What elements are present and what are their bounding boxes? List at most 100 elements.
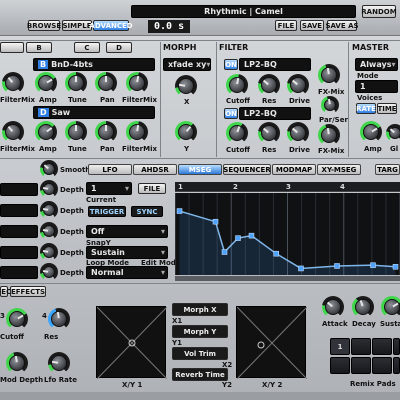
mseg-editor[interactable] [175,193,400,275]
xy-pad-2[interactable] [236,306,308,380]
mod-depth-knob[interactable] [6,352,28,374]
mod-source-2[interactable] [0,204,38,217]
osc-tab-a[interactable] [0,42,24,53]
depth-knob-3[interactable] [40,222,58,240]
osc-tab-b[interactable]: B [26,42,52,53]
decay-knob[interactable] [352,296,374,318]
effects-tab-label[interactable]: EFFECTS [10,286,46,297]
depth-knob-5[interactable] [40,263,58,281]
depth-knob-2[interactable] [40,201,58,219]
filter2-drive-knob[interactable] [287,122,309,144]
loop-mode-select[interactable]: Sustain ▾ [86,246,168,259]
edit-mode-select[interactable]: Normal ▾ [86,266,168,279]
lfo-rate-knob[interactable] [48,352,70,374]
sustain-knob[interactable] [381,296,400,318]
xy-pad-1[interactable] [96,306,168,380]
mseg-file-button[interactable]: FILE [138,183,166,194]
remix-pad-6[interactable] [351,357,371,374]
tab-target[interactable]: TARG [375,164,400,175]
osc2-filtermix-knob[interactable] [2,121,24,143]
effects-tab[interactable]: EFFECTS [0,286,21,297]
mseg-node[interactable] [221,249,228,255]
osc1-pan-knob[interactable] [95,72,117,94]
simple-button[interactable]: SIMPLE [62,20,92,31]
morph-mode-select[interactable]: xfade xy ▾ [163,58,211,71]
tab-ahdsr[interactable]: AHDSR [133,164,177,175]
mseg-scrollbar[interactable] [175,276,400,281]
mod-source-4[interactable] [0,246,38,259]
reverb-time-assign[interactable]: Reverb Time [172,368,228,381]
mseg-node[interactable] [235,235,241,241]
osc1-filtermix2-knob[interactable] [126,72,148,94]
osc1-tune-knob[interactable] [65,72,87,94]
master-amp-knob[interactable] [360,121,382,143]
rate-button[interactable]: RATE [356,103,376,114]
filter2-on-button[interactable]: ON [224,108,238,119]
mseg-node[interactable] [176,208,183,214]
effects-cutoff-knob[interactable] [6,308,28,330]
mod-source-1[interactable] [0,183,38,196]
mseg-node[interactable] [298,265,304,272]
osc-tab-c[interactable]: C [74,42,100,53]
mseg-node[interactable] [273,250,279,257]
trigger-button[interactable]: TRIGGER [88,206,126,217]
master-mode-select[interactable]: Always ▾ [355,58,398,71]
filter2-cutoff-knob[interactable] [226,122,248,144]
master-voices-field[interactable]: 1 [355,80,398,93]
osc-tab-d[interactable]: D [106,42,132,53]
morph-y-knob[interactable] [175,121,197,143]
mseg-node[interactable] [334,263,340,269]
osc2-tune-knob[interactable] [65,121,87,143]
filter2-res-knob[interactable] [258,122,280,144]
filter2-type-select[interactable]: LP2-BQ [239,107,311,120]
remix-pad-5[interactable] [330,357,350,374]
attack-knob[interactable] [322,296,344,318]
effects-res-knob[interactable] [48,308,70,330]
tab-mseg[interactable]: MSEG [178,164,222,175]
depth-knob-4[interactable] [40,243,58,261]
time-button[interactable]: TIME [377,103,397,114]
remix-pad-7[interactable] [372,357,392,374]
osc2-wave-display[interactable]: D Saw [33,106,155,119]
save-as-button[interactable]: SAVE AS [325,20,359,31]
osc2-amp-knob[interactable] [35,121,57,143]
glide-knob[interactable] [386,124,400,142]
filter1-on-button[interactable]: ON [224,59,238,70]
osc1-amp-knob[interactable] [35,72,57,94]
save-button[interactable]: SAVE [300,20,324,31]
remix-pad-4[interactable] [393,338,400,355]
filter-parser-knob[interactable] [321,96,339,114]
snap-select[interactable]: Off ▾ [86,225,168,238]
vol-trim-assign[interactable]: Vol Trim [172,347,228,360]
browse-button[interactable]: BROWSE [27,20,61,31]
depth-knob-1[interactable] [40,180,58,198]
filter1-cutoff-knob[interactable] [226,74,248,96]
filter1-type-select[interactable]: LP2-BQ [239,58,311,71]
filter1-fxmix-knob[interactable] [318,64,340,86]
mseg-node[interactable] [370,262,376,268]
filter1-res-knob[interactable] [258,74,280,96]
remix-pad-3[interactable] [372,338,392,355]
mod-source-3[interactable] [0,225,38,238]
remix-pad-1[interactable]: 1 [330,338,350,355]
advanced-button[interactable]: ADVANCED [89,20,133,31]
osc2-pan-knob[interactable] [95,121,117,143]
tab-sequencer[interactable]: SEQUENCER [223,164,271,175]
random-button[interactable]: RANDOM [361,5,397,18]
filter1-drive-knob[interactable] [287,74,309,96]
tab-modmap[interactable]: MODMAP [272,164,316,175]
mseg-node[interactable] [212,218,219,225]
mod-source-5[interactable] [0,266,38,279]
file-button[interactable]: FILE [275,20,297,31]
mseg-node[interactable] [392,264,399,270]
mseg-current-select[interactable]: 1 ▾ [86,182,132,195]
morph-y-assign[interactable]: Morph Y [172,325,228,338]
tab-lfo[interactable]: LFO [88,164,132,175]
remix-pad-2[interactable] [351,338,371,355]
sync-button[interactable]: SYNC [131,206,163,217]
smooth-knob[interactable] [40,160,58,178]
tab-xy-mseg[interactable]: XY-MSEG [317,164,361,175]
preset-name-display[interactable]: Rhythmic | Camel [131,5,356,18]
osc1-wave-display[interactable]: B BnD-4bts [33,58,155,71]
remix-pad-8[interactable] [393,357,400,374]
